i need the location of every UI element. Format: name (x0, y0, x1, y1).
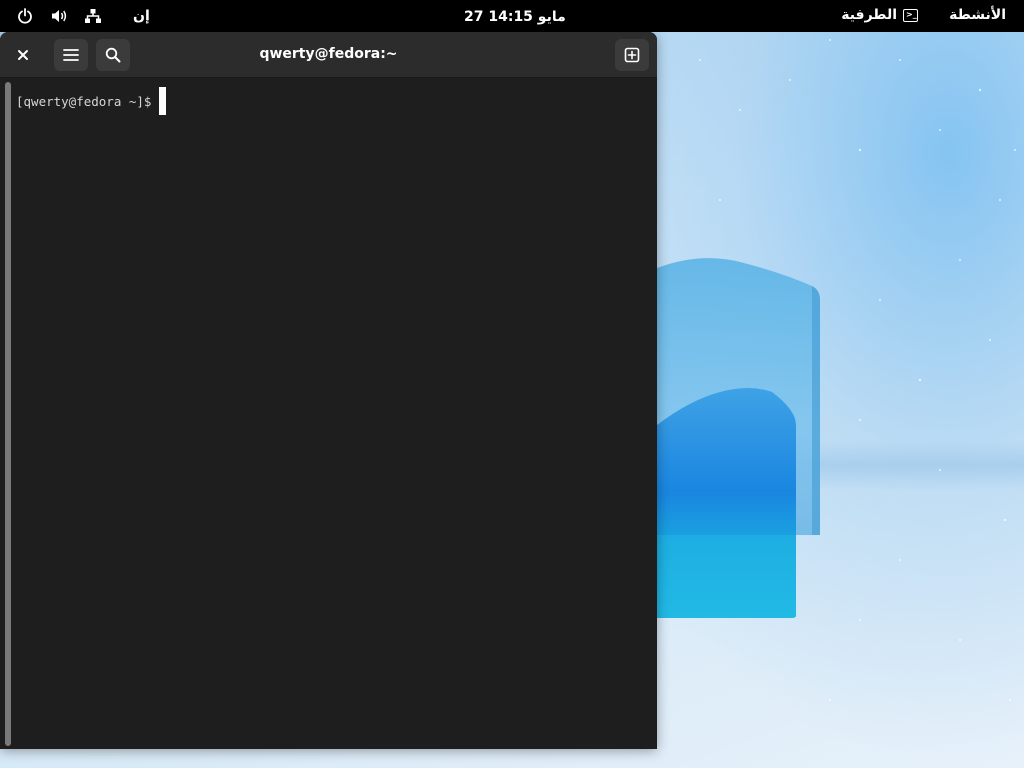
terminal-headerbar[interactable]: qwerty@fedora:~ (0, 32, 657, 78)
terminal-app-icon: >_ (903, 8, 918, 22)
power-icon (15, 7, 35, 25)
system-menu-button[interactable]: إن (15, 7, 150, 25)
text-cursor (159, 87, 167, 115)
network-icon (83, 7, 103, 25)
window-title: qwerty@fedora:~ (259, 46, 398, 62)
shell-prompt-line: [qwerty@fedora ~]$ (16, 87, 167, 115)
app-menu-label: الطرفية (841, 7, 897, 23)
app-menu-button[interactable]: الطرفية >_ (841, 7, 918, 23)
top-bar: الأنشطة الطرفية >_ 27 مايو 14:15 إن (0, 0, 1024, 32)
terminal-window[interactable]: qwerty@fedora:~ [qwerty@fedora ~]$ (0, 32, 657, 749)
clock-button[interactable]: 27 مايو 14:15 (464, 9, 566, 25)
terminal-output-area[interactable]: [qwerty@fedora ~]$ (0, 78, 657, 749)
volume-icon (49, 7, 69, 25)
scrollbar[interactable] (5, 82, 11, 746)
new-tab-icon (624, 47, 640, 63)
shell-prompt: [qwerty@fedora ~]$ (16, 93, 152, 109)
input-language-indicator[interactable]: إن (133, 8, 150, 24)
new-tab-button[interactable] (615, 39, 649, 71)
activities-button[interactable]: الأنشطة (949, 7, 1006, 23)
